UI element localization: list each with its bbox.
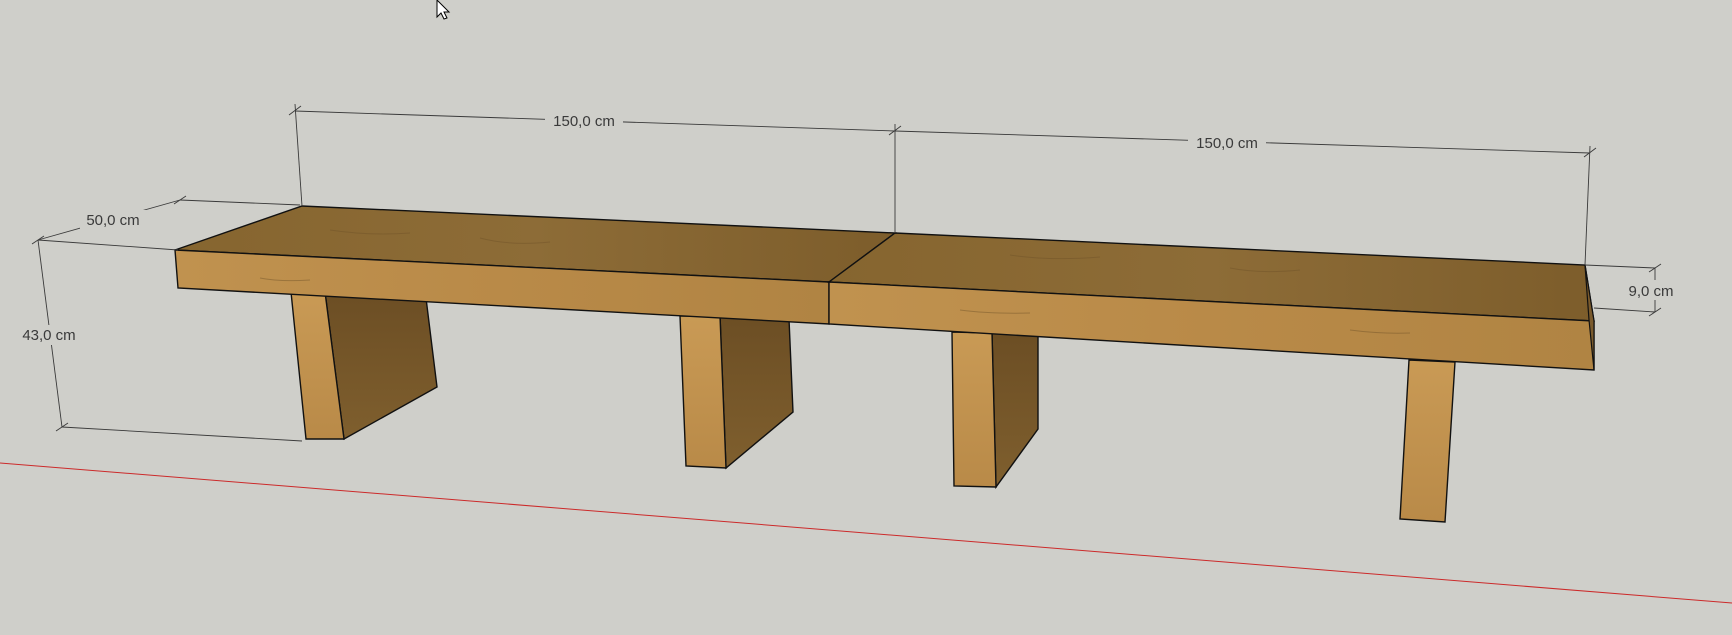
bench-top-right-plank[interactable] bbox=[827, 232, 1595, 371]
dimension-label-height: 43,0 cm bbox=[22, 327, 75, 344]
dimension-label-width: 50,0 cm bbox=[86, 212, 139, 229]
bench-leg-2[interactable] bbox=[679, 314, 794, 470]
leg-side-face bbox=[719, 314, 794, 470]
arrow-pointer-icon bbox=[436, 0, 451, 20]
bench-leg-3[interactable] bbox=[951, 331, 1039, 490]
red-axis-line bbox=[0, 462, 1732, 604]
leg-side-face bbox=[991, 332, 1039, 490]
3d-scene[interactable]: 150,0 cm 150,0 cm 50,0 cm 43,0 cm 9,0 cm bbox=[0, 0, 1732, 635]
bench-leg-4[interactable] bbox=[1399, 359, 1456, 523]
leg-front-face bbox=[951, 331, 997, 488]
bench-leg-1[interactable] bbox=[290, 291, 438, 441]
bench-top-left-plank[interactable] bbox=[174, 205, 897, 325]
leg-front-face bbox=[1399, 359, 1456, 523]
dimension-label-thickness: 9,0 cm bbox=[1628, 283, 1673, 300]
dimension-label-length-right: 150,0 cm bbox=[1196, 135, 1258, 152]
dimension-label-length-left: 150,0 cm bbox=[553, 113, 615, 130]
leg-front-face bbox=[679, 315, 727, 469]
modeling-viewport[interactable]: 150,0 cm 150,0 cm 50,0 cm 43,0 cm 9,0 cm bbox=[0, 0, 1732, 635]
